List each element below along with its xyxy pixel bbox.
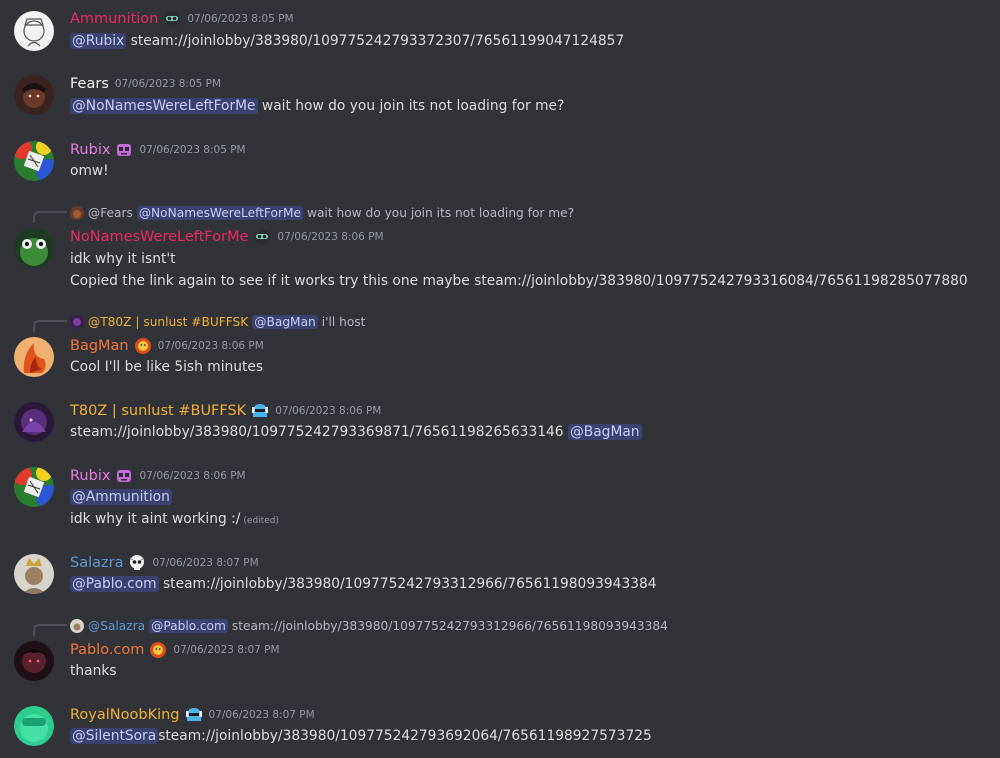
avatar[interactable] xyxy=(14,75,54,115)
timestamp[interactable]: 07/06/2023 8:05 PM xyxy=(187,9,293,29)
username[interactable]: Salazra xyxy=(70,553,123,573)
timestamp[interactable]: 07/06/2023 8:05 PM xyxy=(139,140,245,160)
robot-icon xyxy=(115,141,133,159)
user-mention[interactable]: @SilentSora xyxy=(70,728,159,744)
reply-spine xyxy=(33,211,67,223)
avatar[interactable] xyxy=(14,641,54,681)
helmet-icon xyxy=(185,706,203,724)
message-content: idk why it aint working :/(edited) xyxy=(70,509,279,531)
avatar-rubiks-cube-icon xyxy=(14,141,54,181)
user-mention[interactable]: @Rubix xyxy=(70,33,127,49)
edited-label: (edited) xyxy=(243,516,279,526)
reply-preview[interactable]: @T80Z | sunlust #BUFFSK @BagMan i'll hos… xyxy=(70,313,365,331)
user-mention[interactable]: @BagMan xyxy=(567,424,642,440)
message-text: thanks xyxy=(70,663,117,679)
goggles-icon xyxy=(253,228,271,246)
avatar[interactable] xyxy=(14,402,54,442)
reply-mention[interactable]: @Pablo.com xyxy=(149,619,228,633)
reply-avatar xyxy=(70,315,84,329)
avatar[interactable] xyxy=(14,706,54,746)
avatar-rubiks-cube-icon xyxy=(14,467,54,507)
timestamp[interactable]: 07/06/2023 8:07 PM xyxy=(173,640,279,660)
user-mention[interactable]: @Ammunition xyxy=(70,489,172,505)
timestamp[interactable]: 07/06/2023 8:06 PM xyxy=(139,466,245,486)
avatar-frog-icon xyxy=(14,228,54,268)
avatar-portrait-icon xyxy=(14,75,54,115)
avatar-king-icon xyxy=(14,554,54,594)
username[interactable]: Fears xyxy=(70,74,109,94)
goggles-icon xyxy=(163,10,181,28)
avatar[interactable] xyxy=(14,554,54,594)
message-text: wait how do you join its not loading for… xyxy=(257,98,565,114)
message-text: idk why it aint working :/ xyxy=(70,511,241,527)
message-text: omw! xyxy=(70,163,109,179)
reply-avatar xyxy=(70,619,84,633)
username[interactable]: Pablo.com xyxy=(70,640,144,660)
reply-username[interactable]: @T80Z | sunlust #BUFFSK xyxy=(88,315,248,329)
message-content: @NoNamesWereLeftForMe wait how do you jo… xyxy=(70,96,564,116)
avatar[interactable] xyxy=(14,337,54,377)
message-text: steam://joinlobby/383980/109775242793372… xyxy=(126,33,625,49)
message-content: @Ammunition xyxy=(70,487,172,507)
username[interactable]: Ammunition xyxy=(70,9,158,29)
avatar[interactable] xyxy=(14,228,54,268)
message-content: omw! xyxy=(70,161,109,181)
avatar-purple-icon xyxy=(14,402,54,442)
username[interactable]: Rubix xyxy=(70,466,110,486)
message-text: Cool I'll be like 5ish minutes xyxy=(70,359,264,375)
message-content: @Rubix steam://joinlobby/383980/10977524… xyxy=(70,31,624,51)
user-mention[interactable]: @NoNamesWereLeftForMe xyxy=(70,98,258,114)
message-text: Copied the link again to see if it works… xyxy=(70,273,968,289)
avatar-green-blob-icon xyxy=(14,706,54,746)
avatar[interactable] xyxy=(14,467,54,507)
message-content: @Pablo.com steam://joinlobby/383980/1097… xyxy=(70,574,657,594)
avatar-sketch-icon xyxy=(14,11,54,51)
message-content: @SilentSora steam://joinlobby/383980/1097… xyxy=(70,726,652,746)
username[interactable]: BagMan xyxy=(70,336,129,356)
reply-text: wait how do you join its not loading for… xyxy=(307,206,575,220)
reply-avatar xyxy=(70,206,84,220)
reply-username[interactable]: @Fears xyxy=(88,206,133,220)
message-text: steam://joinlobby/383980/109775242793369… xyxy=(70,424,568,440)
timestamp[interactable]: 07/06/2023 8:05 PM xyxy=(115,74,221,94)
reply-text: i'll host xyxy=(321,315,366,329)
message-text: idk why it isnt't xyxy=(70,251,176,267)
lion-icon xyxy=(149,641,167,659)
reply-spine xyxy=(33,320,67,332)
timestamp[interactable]: 07/06/2023 8:06 PM xyxy=(277,227,383,247)
username[interactable]: Rubix xyxy=(70,140,110,160)
reply-preview[interactable]: @Fears @NoNamesWereLeftForMe wait how do… xyxy=(70,204,574,222)
username[interactable]: RoyalNoobKing xyxy=(70,705,180,725)
reply-text: steam://joinlobby/383980/109775242793312… xyxy=(231,619,668,633)
timestamp[interactable]: 07/06/2023 8:07 PM xyxy=(209,705,315,725)
message-text: steam://joinlobby/383980/109775242793312… xyxy=(158,576,657,592)
helmet-icon xyxy=(251,402,269,420)
lion-icon xyxy=(134,337,152,355)
avatar[interactable] xyxy=(14,141,54,181)
robot-icon xyxy=(115,467,133,485)
avatar[interactable] xyxy=(14,11,54,51)
avatar-dark-character-icon xyxy=(14,641,54,681)
avatar-fire-icon xyxy=(14,337,54,377)
reply-username[interactable]: @Salazra xyxy=(88,619,145,633)
username[interactable]: NoNamesWereLeftForMe xyxy=(70,227,248,247)
reply-preview[interactable]: @Salazra @Pablo.com steam://joinlobby/38… xyxy=(70,617,668,635)
skull-icon xyxy=(128,554,146,572)
reply-spine xyxy=(33,624,67,636)
user-mention[interactable]: @Pablo.com xyxy=(70,576,159,592)
message-content: steam://joinlobby/383980/109775242793369… xyxy=(70,422,642,442)
chat-message-list: Ammunition 07/06/2023 8:05 PM @Rubix ste… xyxy=(0,0,1000,758)
timestamp[interactable]: 07/06/2023 8:06 PM xyxy=(275,401,381,421)
timestamp[interactable]: 07/06/2023 8:07 PM xyxy=(152,553,258,573)
username[interactable]: T80Z | sunlust #BUFFSK xyxy=(70,401,246,421)
reply-mention[interactable]: @BagMan xyxy=(252,315,318,329)
reply-mention[interactable]: @NoNamesWereLeftForMe xyxy=(136,206,303,220)
timestamp[interactable]: 07/06/2023 8:06 PM xyxy=(158,336,264,356)
message-text: steam://joinlobby/383980/109775242793692… xyxy=(158,728,652,744)
